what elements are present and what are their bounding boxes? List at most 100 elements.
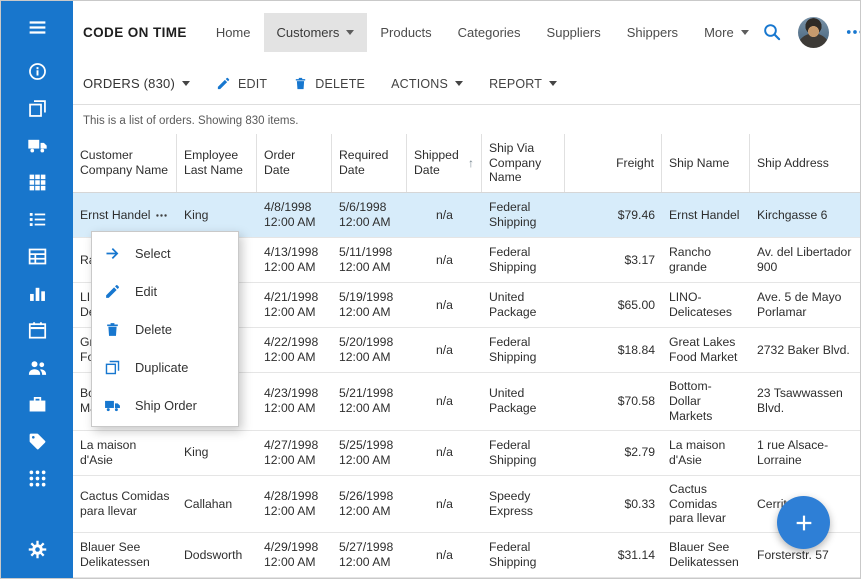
cell-text: Federal Shipping bbox=[489, 335, 558, 365]
column-header-ship-address[interactable]: Ship Address bbox=[750, 134, 860, 192]
context-menu-item-delete[interactable]: Delete bbox=[92, 310, 238, 348]
nav-item-label: Customers bbox=[277, 25, 340, 40]
cell-ship-name: Cactus Comidas para llevar bbox=[662, 476, 750, 533]
sort-asc-icon: ↑ bbox=[468, 156, 474, 171]
pencil-icon bbox=[104, 283, 121, 300]
sidebar-item-menu[interactable] bbox=[1, 9, 73, 46]
cell-text: 4/22/1998 12:00 AM bbox=[264, 335, 325, 365]
chevron-down-icon bbox=[346, 30, 354, 35]
column-header-customer-company-name[interactable]: Customer Company Name bbox=[73, 134, 177, 192]
cell-freight: $70.58 bbox=[565, 388, 662, 415]
column-header-order-date[interactable]: Order Date bbox=[257, 134, 332, 192]
cell-ship-address: 2732 Baker Blvd. bbox=[750, 337, 860, 364]
search-button[interactable] bbox=[762, 22, 782, 42]
context-menu-item-select[interactable]: Select bbox=[92, 234, 238, 272]
cell-required-date: 5/6/1998 12:00 AM bbox=[332, 194, 407, 236]
sidebar-item-briefcase[interactable] bbox=[1, 386, 73, 423]
table-row[interactable]: Blauer See DelikatessenDodsworth4/29/199… bbox=[73, 533, 860, 578]
user-avatar[interactable] bbox=[798, 17, 829, 48]
nav-item-products[interactable]: Products bbox=[367, 13, 444, 52]
nav-item-home[interactable]: Home bbox=[203, 13, 264, 52]
cell-text: 5/21/1998 12:00 AM bbox=[339, 386, 400, 416]
cell-customer: Cactus Comidas para llevar bbox=[73, 483, 177, 525]
sidebar-item-grid[interactable] bbox=[1, 164, 73, 201]
cell-required-date: 5/25/1998 12:00 AM bbox=[332, 432, 407, 474]
report-button[interactable]: REPORT bbox=[489, 77, 557, 91]
actions-button[interactable]: ACTIONS bbox=[391, 77, 463, 91]
sidebar-item-gear[interactable] bbox=[1, 531, 73, 568]
cell-shipped-date: n/a bbox=[407, 292, 482, 319]
cell-employee: Dodsworth bbox=[177, 542, 257, 569]
cell-text: 4/8/1998 12:00 AM bbox=[264, 200, 325, 230]
column-header-shipped-date[interactable]: Shipped Date ↑ bbox=[407, 134, 482, 192]
cell-order-date: 4/23/1998 12:00 AM bbox=[257, 380, 332, 422]
column-label: Shipped Date bbox=[414, 148, 464, 178]
toolbar-button-label: ACTIONS bbox=[391, 77, 448, 91]
sidebar-item-apps[interactable] bbox=[1, 460, 73, 497]
menu-icon bbox=[27, 17, 48, 38]
cell-text: Federal Shipping bbox=[489, 438, 558, 468]
cell-order-date: 4/13/1998 12:00 AM bbox=[257, 239, 332, 281]
column-header-ship-via-company-name[interactable]: Ship Via Company Name bbox=[482, 134, 565, 192]
sidebar-item-calendar[interactable] bbox=[1, 312, 73, 349]
view-selector[interactable]: ORDERS (830) bbox=[83, 76, 190, 91]
grid-icon bbox=[27, 172, 48, 193]
edit-button[interactable]: EDIT bbox=[216, 76, 267, 91]
nav-item-suppliers[interactable]: Suppliers bbox=[534, 13, 614, 52]
cell-employee: Callahan bbox=[177, 491, 257, 518]
row-menu-trigger[interactable] bbox=[155, 209, 168, 222]
context-menu-item-duplicate[interactable]: Duplicate bbox=[92, 348, 238, 386]
cell-text: 5/25/1998 12:00 AM bbox=[339, 438, 400, 468]
column-header-required-date[interactable]: Required Date bbox=[332, 134, 407, 192]
navbar-overflow-button[interactable] bbox=[845, 22, 861, 42]
cell-ship-via: Federal Shipping bbox=[482, 239, 565, 281]
cell-shipped-date: n/a bbox=[407, 247, 482, 274]
truck-icon bbox=[27, 135, 48, 156]
cell-shipped-date: n/a bbox=[407, 491, 482, 518]
menu-item-label: Duplicate bbox=[135, 360, 188, 375]
cell-text: 5/26/1998 12:00 AM bbox=[339, 489, 400, 519]
cell-text: Dodsworth bbox=[184, 548, 242, 563]
app-brand: CODE ON TIME bbox=[83, 25, 187, 40]
sidebar-item-info[interactable] bbox=[1, 53, 73, 90]
cell-required-date: 5/26/1998 12:00 AM bbox=[332, 483, 407, 525]
context-menu-item-edit[interactable]: Edit bbox=[92, 272, 238, 310]
view-selector-label: ORDERS (830) bbox=[83, 76, 175, 91]
cell-ship-via: Federal Shipping bbox=[482, 534, 565, 576]
cell-text: n/a bbox=[436, 394, 453, 409]
cell-freight: $65.00 bbox=[565, 292, 662, 319]
sidebar-item-people[interactable] bbox=[1, 349, 73, 386]
app-window: CODE ON TIME Home Customers ProductsCatego… bbox=[0, 0, 861, 579]
sidebar-item-rows[interactable] bbox=[1, 238, 73, 275]
nav-item-more[interactable]: More bbox=[691, 13, 762, 52]
nav-item-shippers[interactable]: Shippers bbox=[614, 13, 691, 52]
sidebar-item-tag[interactable] bbox=[1, 423, 73, 460]
cell-text: Cactus Comidas para llevar bbox=[669, 482, 743, 527]
nav-item-customers[interactable]: Customers bbox=[264, 13, 368, 52]
nav-item-categories[interactable]: Categories bbox=[445, 13, 534, 52]
search-icon bbox=[762, 22, 782, 42]
briefcase-icon bbox=[27, 394, 48, 415]
cell-text: United Package bbox=[489, 386, 558, 416]
add-button[interactable] bbox=[777, 496, 830, 549]
sidebar-item-truck[interactable] bbox=[1, 127, 73, 164]
plus-icon bbox=[793, 512, 815, 534]
sidebar-item-chart[interactable] bbox=[1, 275, 73, 312]
column-header-ship-name[interactable]: Ship Name bbox=[662, 134, 750, 192]
column-header-freight[interactable]: Freight bbox=[565, 134, 662, 192]
cell-shipped-date: n/a bbox=[407, 542, 482, 569]
table-row[interactable]: La maison d'AsieKing4/27/1998 12:00 AM5/… bbox=[73, 431, 860, 476]
column-label: Required Date bbox=[339, 148, 399, 178]
table-row[interactable]: Cactus Comidas para llevarCallahan4/28/1… bbox=[73, 476, 860, 534]
sidebar-item-list[interactable] bbox=[1, 201, 73, 238]
cell-text: n/a bbox=[436, 253, 453, 268]
cell-ship-name: Rancho grande bbox=[662, 239, 750, 281]
chevron-down-icon bbox=[182, 81, 190, 86]
sidebar-item-copy[interactable] bbox=[1, 90, 73, 127]
cell-text: 4/21/1998 12:00 AM bbox=[264, 290, 325, 320]
context-menu-item-ship-order[interactable]: Ship Order bbox=[92, 386, 238, 424]
toolbar-button-label: EDIT bbox=[238, 77, 267, 91]
delete-button[interactable]: DELETE bbox=[293, 76, 365, 91]
cell-text: Rancho grande bbox=[669, 245, 743, 275]
column-header-employee-last-name[interactable]: Employee Last Name bbox=[177, 134, 257, 192]
